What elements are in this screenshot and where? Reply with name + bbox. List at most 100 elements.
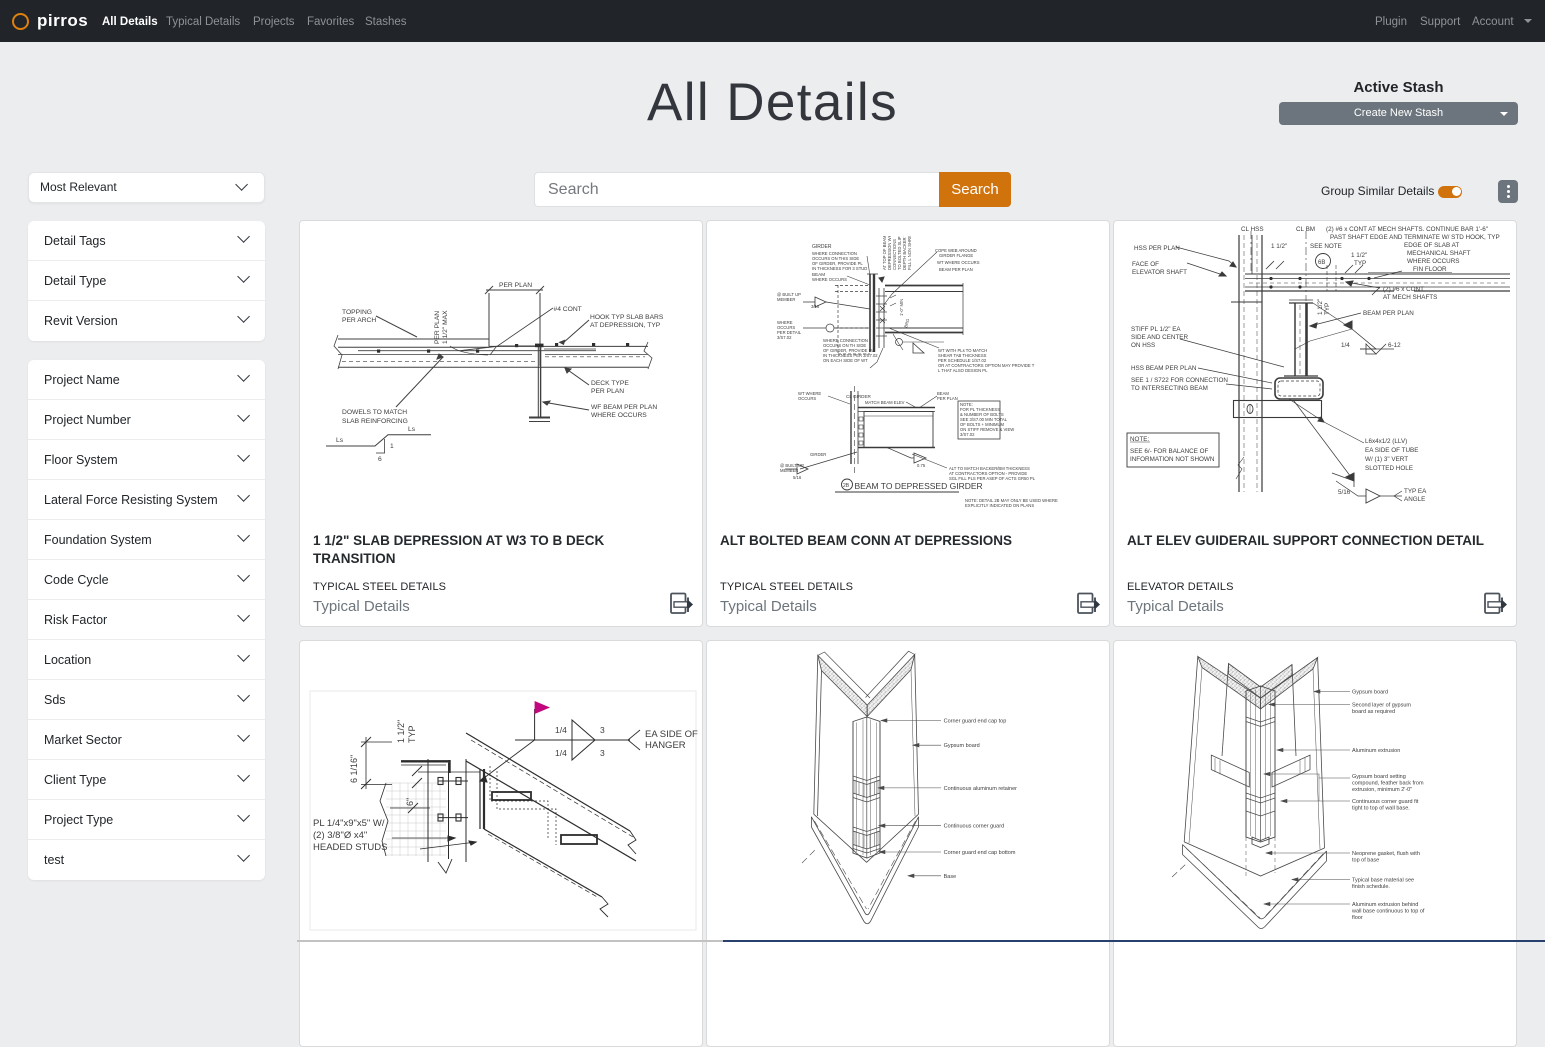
svg-text:ON HSS: ON HSS [1131,342,1155,349]
svg-text:TYP EA: TYP EA [1404,488,1427,495]
svg-text:finish schedule.: finish schedule. [1352,884,1390,890]
svg-text:W/ (1) 3" VERT: W/ (1) 3" VERT [1365,456,1408,463]
svg-text:EDGE OF SLAB AT: EDGE OF SLAB AT [1404,242,1459,249]
svg-text:TYP: TYP [1354,260,1366,267]
svg-text:Ls: Ls [408,426,416,433]
svg-text:Corner guard end cap top: Corner guard end cap top [944,719,1007,725]
svg-text:FILL L NON SHRINK: FILL L NON SHRINK [907,236,912,270]
svg-text:DOWELS TO MATCH: DOWELS TO MATCH [342,409,407,416]
svg-text:FACE OF: FACE OF [1132,261,1159,268]
svg-text:GIRDER FLANGE: GIRDER FLANGE [939,253,973,258]
svg-text:BRG: BRG [903,318,910,328]
svg-text:EA SIDE OF TUBE: EA SIDE OF TUBE [1365,447,1418,454]
svg-text:6-12: 6-12 [1388,342,1401,349]
svg-text:2B: 2B [843,483,850,489]
svg-text:6": 6" [405,798,415,806]
svg-text:INFORMATION NOT SHOWN: INFORMATION NOT SHOWN [1130,456,1215,463]
svg-text:Continuous corner guard: Continuous corner guard [944,824,1005,830]
svg-text:6: 6 [378,456,382,463]
svg-text:ON EACH SIDE OF WT: ON EACH SIDE OF WT [823,358,868,363]
svg-text:PL 1/4"x9"x5" W/: PL 1/4"x9"x5" W/ [313,818,385,829]
svg-text:1 1/2" MAX: 1 1/2" MAX [442,310,449,344]
svg-text:HOOK TYP SLAB BARS: HOOK TYP SLAB BARS [590,314,664,321]
svg-text:(2) 3/8"Ø x4": (2) 3/8"Ø x4" [313,830,367,841]
svg-text:BEAM PER PLAN: BEAM PER PLAN [1363,310,1414,317]
svg-text:Typical base material see: Typical base material see [1352,878,1414,884]
svg-text:PER PLAN: PER PLAN [591,388,624,395]
svg-text:Gypsum board setting: Gypsum board setting [1352,774,1406,780]
svg-text:OCCURS: OCCURS [798,396,816,401]
svg-text:FIN FLOOR: FIN FLOOR [1413,266,1447,273]
svg-text:BEAM PER PLAN: BEAM PER PLAN [939,267,973,272]
svg-text:TYP: TYP [407,725,417,743]
svg-text:Neoprene gasket, flush with: Neoprene gasket, flush with [1352,851,1420,857]
svg-text:(2) #6 x CONT: (2) #6 x CONT [1383,286,1424,293]
svg-text:Aluminum extrusion behind: Aluminum extrusion behind [1352,902,1418,908]
svg-text:1 1/2": 1 1/2" [1351,252,1367,259]
svg-text:AT MECH SHAFTS: AT MECH SHAFTS [1383,294,1437,301]
svg-text:3/S7.02: 3/S7.02 [777,335,792,340]
svg-text:MEMBER: MEMBER [777,297,795,302]
svg-text:STIFF PL 1/2" EA: STIFF PL 1/2" EA [1131,326,1181,333]
svg-text:GIRDER: GIRDER [812,244,832,250]
svg-text:PER PLAN: PER PLAN [499,282,532,289]
svg-text:6 1/16": 6 1/16" [349,755,359,783]
svg-text:Aluminum extrusion: Aluminum extrusion [1352,748,1400,754]
svg-text:Gypsum board: Gypsum board [1352,690,1388,696]
svg-text:SEE 1 / S722 FOR CONNECTION: SEE 1 / S722 FOR CONNECTION [1131,377,1228,384]
svg-text:AT DEPRESSION, TYP: AT DEPRESSION, TYP [590,322,661,329]
svg-text:CL BM: CL BM [1296,226,1315,233]
svg-text:Gypsum board: Gypsum board [944,743,980,749]
svg-text:1/4: 1/4 [555,748,567,758]
svg-text:#4 CONT: #4 CONT [554,306,582,313]
svg-text:WT WHERE OCCURS: WT WHERE OCCURS [937,260,980,265]
svg-text:EXPLICITLY INDICATED ON PLANS: EXPLICITLY INDICATED ON PLANS [965,503,1034,508]
svg-text:SLAB REINFORCING: SLAB REINFORCING [342,418,408,425]
svg-text:WHERE OCCURS: WHERE OCCURS [591,412,647,419]
svg-text:WHERE OCCURS: WHERE OCCURS [1407,258,1459,265]
svg-text:5/16: 5/16 [793,475,802,480]
svg-text:SLOTTED HOLE: SLOTTED HOLE [1365,465,1413,472]
svg-text:Corner guard end cap bottom: Corner guard end cap bottom [944,850,1016,856]
svg-text:1/4: 1/4 [1341,342,1350,349]
svg-text:Second layer of gypsum: Second layer of gypsum [1352,703,1411,709]
svg-text:MATCH BEAM ELEV: MATCH BEAM ELEV [865,400,905,405]
svg-text:BEAM TO DEPRESSED GIRDER: BEAM TO DEPRESSED GIRDER [855,481,983,491]
svg-text:3: 3 [600,748,605,758]
svg-text:HANGER: HANGER [645,740,686,751]
svg-text:0.75: 0.75 [917,463,926,468]
svg-text:IN THICKNESS FOR 3 STUD: IN THICKNESS FOR 3 STUD [812,266,867,271]
svg-text:top of base: top of base [1352,858,1379,864]
svg-text:HEADED STUDS: HEADED STUDS [313,842,387,853]
svg-text:HSS PER PLAN: HSS PER PLAN [1134,245,1180,252]
svg-text:EA SIDE OF: EA SIDE OF [645,729,698,740]
svg-text:1: 1 [390,443,394,450]
svg-text:Ls: Ls [336,437,344,444]
svg-text:MECHANICAL SHAFT: MECHANICAL SHAFT [1407,250,1471,257]
svg-text:DECK TYPE: DECK TYPE [591,380,629,387]
svg-text:1/4: 1/4 [555,725,567,735]
svg-text:HSS BEAM PER PLAN: HSS BEAM PER PLAN [1131,365,1197,372]
svg-text:TO INTERSECTING BEAM: TO INTERSECTING BEAM [1131,385,1208,392]
svg-text:MEMBER: MEMBER [780,468,798,473]
svg-text:CL HSS: CL HSS [1241,226,1264,233]
svg-text:PER ARCH: PER ARCH [342,317,376,324]
svg-text:5/16: 5/16 [1338,489,1351,496]
svg-text:Base: Base [944,874,957,880]
svg-text:ELEVATOR SHAFT: ELEVATOR SHAFT [1132,269,1187,276]
svg-text:1 1/2": 1 1/2" [396,720,406,743]
svg-text:L6x4x1/2 (LLV): L6x4x1/2 (LLV) [1365,438,1407,445]
svg-text:tight to top of wall base.: tight to top of wall base. [1352,806,1410,812]
svg-text:PAST SHAFT EDGE AND TERMINATE: PAST SHAFT EDGE AND TERMINATE W/ STD HOO… [1330,234,1500,241]
svg-text:board as required: board as required [1352,709,1395,715]
svg-text:SEE 6/- FOR BALANCE OF: SEE 6/- FOR BALANCE OF [1130,448,1209,455]
svg-text:WF BEAM PER PLAN: WF BEAM PER PLAN [591,404,657,411]
svg-text:SIDE AND CENTER: SIDE AND CENTER [1131,334,1188,341]
svg-text:PER PLAN: PER PLAN [434,311,441,344]
svg-text:NOTE:: NOTE: [1130,436,1149,443]
svg-text:compound, feather back from: compound, feather back from [1352,781,1424,787]
svg-text:TYP: TYP [1324,303,1331,315]
svg-text:ANGLE: ANGLE [1404,496,1425,503]
svg-text:SEE NOTE: SEE NOTE [1310,243,1342,250]
svg-text:1 1/2": 1 1/2" [1271,243,1287,250]
